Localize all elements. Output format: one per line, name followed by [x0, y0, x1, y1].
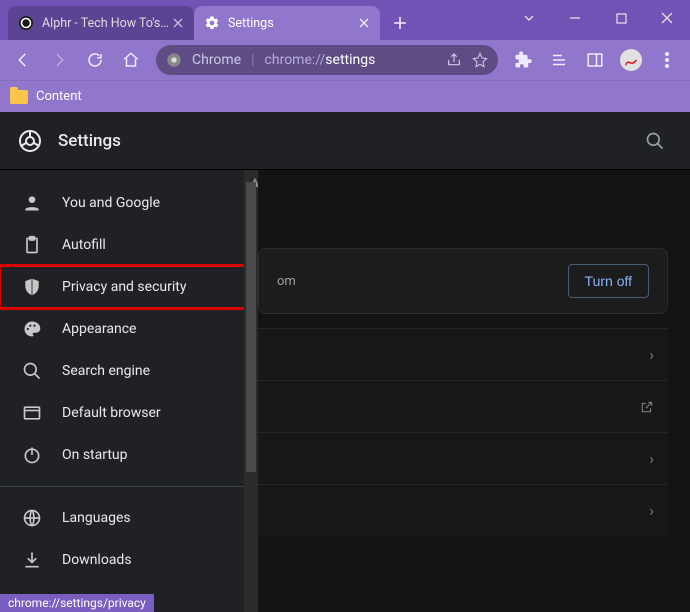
dropdown-icon[interactable] [506, 6, 552, 30]
extensions-icon[interactable] [506, 43, 540, 77]
sidebar-item-label: On startup [62, 447, 128, 463]
address-bar[interactable]: Chrome | chrome://settings [156, 45, 498, 75]
tab-strip: Alphr - Tech How To's & C Settings [8, 6, 418, 40]
scroll-up-icon: ▲ [247, 172, 255, 180]
settings-sidebar: You and Google Autofill Privacy and secu… [0, 170, 258, 612]
turn-off-button[interactable]: Turn off [568, 264, 649, 298]
window-close-button[interactable] [644, 6, 690, 30]
globe-icon [22, 508, 42, 528]
browser-toolbar: Chrome | chrome://settings [0, 40, 690, 80]
sidebar-item-label: Search engine [62, 363, 150, 379]
sidebar-item-appearance[interactable]: Appearance [0, 308, 258, 350]
home-button[interactable] [114, 43, 148, 77]
sidebar-item-label: You and Google [62, 195, 160, 211]
star-icon[interactable] [472, 52, 488, 68]
avatar [620, 49, 642, 71]
shield-icon [22, 277, 42, 297]
maximize-button[interactable] [598, 6, 644, 30]
sidebar-item-label: Appearance [62, 321, 136, 337]
chrome-logo-icon [18, 129, 42, 153]
share-icon[interactable] [446, 52, 462, 68]
chevron-right-icon: › [649, 345, 654, 364]
chevron-right-icon: › [649, 501, 654, 520]
page-title: Settings [58, 131, 121, 151]
magnifier-icon [22, 361, 42, 381]
tab-label: Settings [228, 16, 356, 31]
settings-row[interactable]: › [258, 328, 668, 380]
settings-row[interactable]: › [258, 484, 668, 536]
close-icon[interactable] [356, 15, 372, 31]
reload-button[interactable] [78, 43, 112, 77]
sidebar-item-label: Autofill [62, 237, 106, 253]
chevron-right-icon: › [649, 449, 654, 468]
sidebar-scrollbar[interactable]: ▲ [244, 170, 258, 612]
bookmark-content[interactable]: Content [36, 89, 82, 104]
forward-button[interactable] [42, 43, 76, 77]
sidebar-item-label: Downloads [62, 552, 132, 568]
new-tab-button[interactable] [386, 9, 414, 37]
sidebar-item-autofill[interactable]: Autofill [0, 224, 258, 266]
favicon-alphr-icon [18, 15, 34, 31]
window-titlebar: Alphr - Tech How To's & C Settings [0, 0, 690, 40]
settings-row[interactable]: › [258, 432, 668, 484]
scrollbar-thumb[interactable] [246, 182, 256, 472]
back-button[interactable] [6, 43, 40, 77]
sidebar-item-privacy-and-security[interactable]: Privacy and security [0, 266, 258, 308]
tab-settings[interactable]: Settings [194, 6, 380, 40]
settings-main-panel: om Turn off › › › [258, 170, 690, 612]
sidebar-item-default-browser[interactable]: Default browser [0, 392, 258, 434]
close-icon[interactable] [170, 15, 186, 31]
sidebar-item-you-and-google[interactable]: You and Google [0, 182, 258, 224]
sidebar-item-label: Default browser [62, 405, 161, 421]
gear-icon [204, 15, 220, 31]
person-icon [22, 193, 42, 213]
clipboard-icon [22, 235, 42, 255]
sidebar-item-label: Privacy and security [62, 279, 186, 295]
browser-window-icon [22, 403, 42, 423]
reading-list-icon[interactable] [542, 43, 576, 77]
sidebar-separator [0, 486, 258, 487]
profile-avatar[interactable] [614, 43, 648, 77]
sidebar-item-search-engine[interactable]: Search engine [0, 350, 258, 392]
settings-header: Settings [0, 112, 690, 170]
chrome-logo-icon [166, 52, 182, 68]
search-icon[interactable] [638, 124, 672, 158]
sidebar-item-on-startup[interactable]: On startup [0, 434, 258, 476]
bookmarks-bar: Content [0, 80, 690, 112]
open-external-icon [640, 400, 654, 414]
sidebar-item-downloads[interactable]: Downloads [0, 539, 258, 581]
minimize-button[interactable] [552, 6, 598, 30]
sync-card-text: om [277, 274, 296, 289]
power-icon [22, 445, 42, 465]
download-icon [22, 550, 42, 570]
sidebar-item-label: Languages [62, 510, 131, 526]
tab-label: Alphr - Tech How To's & C [42, 16, 170, 31]
kebab-menu-icon[interactable] [650, 43, 684, 77]
omnibox-url: chrome://settings [265, 52, 436, 68]
folder-icon [10, 90, 28, 104]
sidebar-item-languages[interactable]: Languages [0, 497, 258, 539]
window-controls [506, 0, 690, 40]
tab-alphr[interactable]: Alphr - Tech How To's & C [8, 6, 194, 40]
palette-icon [22, 319, 42, 339]
side-panel-icon[interactable] [578, 43, 612, 77]
omnibox-prefix: Chrome [192, 52, 241, 68]
settings-row[interactable] [258, 380, 668, 432]
sync-card: om Turn off [258, 248, 668, 314]
status-bar-url: chrome://settings/privacy [0, 594, 154, 612]
